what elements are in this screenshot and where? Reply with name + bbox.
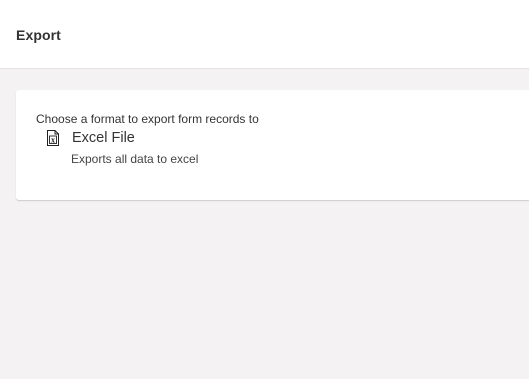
page-header: Export: [0, 0, 529, 69]
export-option-label: Excel File: [72, 130, 135, 146]
export-prompt: Choose a format to export form records t…: [36, 112, 259, 126]
export-option-description: Exports all data to excel: [71, 152, 199, 166]
excel-file-icon: x: [47, 130, 59, 146]
excel-icon-glyph: x: [51, 136, 55, 145]
export-option-excel[interactable]: x Excel File Exports all data to excel: [46, 129, 246, 169]
export-format-card: Choose a format to export form records t…: [16, 90, 529, 200]
page-title: Export: [16, 27, 61, 43]
